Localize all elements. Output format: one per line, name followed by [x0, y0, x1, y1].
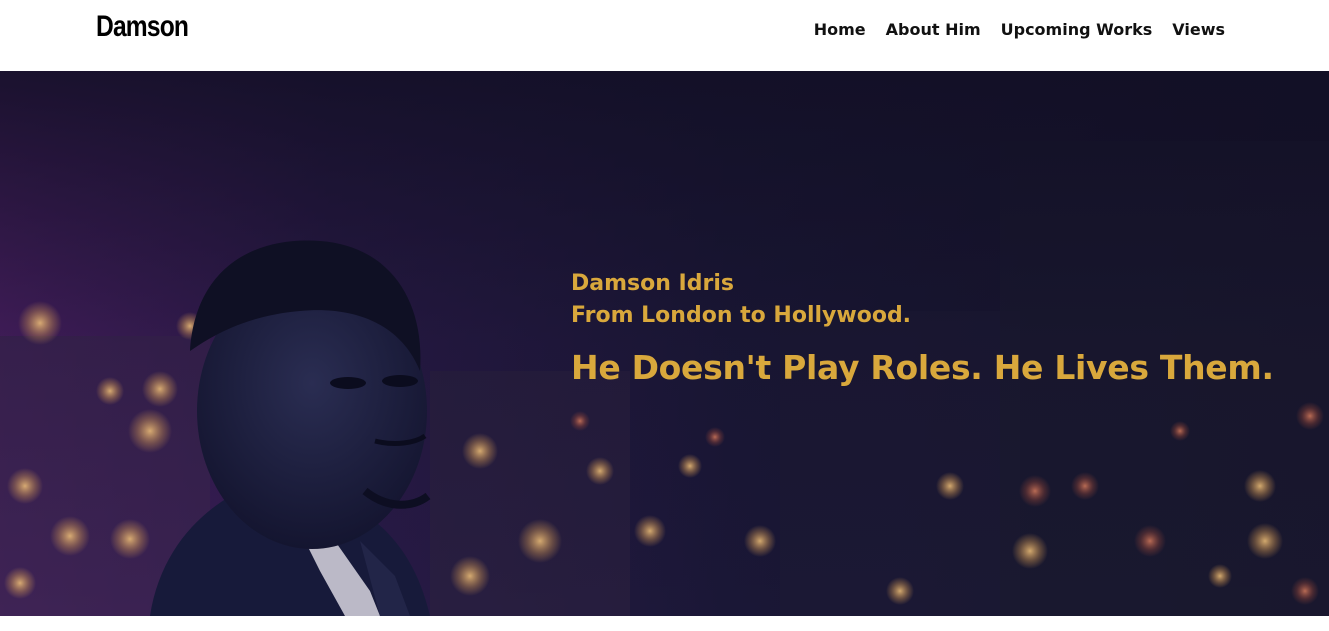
hero-subtitle: From London to Hollywood. — [571, 303, 912, 328]
site-logo[interactable]: Damson — [96, 10, 189, 44]
hero-name: Damson Idris — [571, 271, 734, 296]
site-header: Damson Home About Him Upcoming Works Vie… — [0, 0, 1329, 71]
main-nav: Home About Him Upcoming Works Views — [814, 20, 1225, 39]
hero-banner: Damson Idris From London to Hollywood. H… — [0, 71, 1329, 616]
nav-about-him[interactable]: About Him — [886, 20, 981, 39]
nav-views[interactable]: Views — [1172, 20, 1225, 39]
nav-home[interactable]: Home — [814, 20, 866, 39]
hero-tagline: He Doesn't Play Roles. He Lives Them. — [571, 348, 1274, 387]
page-bottom-strip — [0, 616, 1329, 631]
nav-upcoming-works[interactable]: Upcoming Works — [1001, 20, 1153, 39]
hero-text-block: Damson Idris From London to Hollywood. H… — [571, 268, 1274, 390]
